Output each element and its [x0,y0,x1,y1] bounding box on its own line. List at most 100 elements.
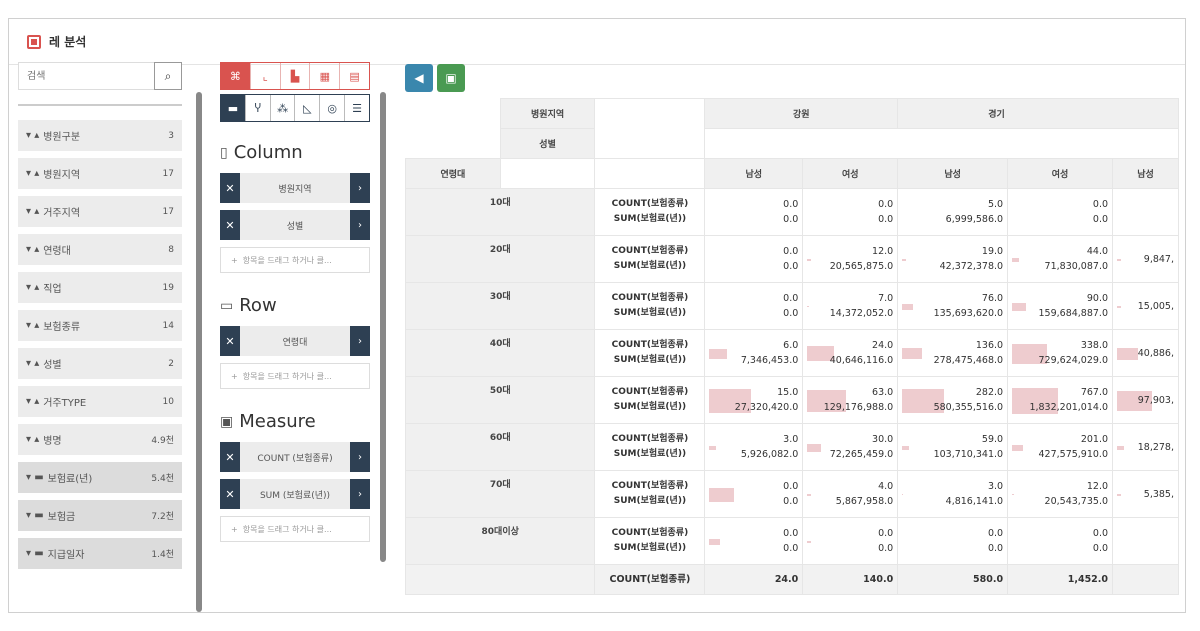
drag-handle-icon: ▾ ▴ [26,282,40,293]
total-cell: 140.0 [802,564,899,595]
export-icon[interactable]: ◀ [405,64,433,92]
field-list: ▾ ▴ 병원구분 3 ▾ ▴ 병원지역 17 ▾ ▴ 거주지역 17 ▾ ▴ 연령대 8 ▾ ▴ 직업 19… [18,120,182,569]
heatmap-icon[interactable]: ▤ [340,63,369,89]
field-item[interactable]: ▾ ▴ 보험종류 14 [18,310,182,341]
chevron-right-icon[interactable]: › [350,479,370,509]
config-scrollbar[interactable] [380,92,386,562]
page-title: 레 분석 [49,35,87,49]
field-count: 14 [162,320,174,331]
table-row: 40대 COUNT(보험종류) SUM(보험료(년)) 6.0 7,346,453.… [405,329,1179,377]
col-field-header: 성별 [499,128,596,159]
drag-handle-icon: ▾ ▴ [26,130,40,141]
row-section-title: ▭ Row [220,295,277,316]
field-count: 5.4천 [151,474,174,484]
field-label: 성별 [43,360,62,371]
line-chart-icon[interactable]: ⌞ [251,63,281,89]
measure-dropzone[interactable]: + 항목을 드래그 하거나 클... [220,516,370,542]
table-row: 60대 COUNT(보험종류) SUM(보험료(년)) 3.0 5,926,082.… [405,423,1179,471]
field-count: 4.9천 [151,436,174,446]
field-item[interactable]: ▾ ▴ 병원구분 3 [18,120,182,151]
field-label: 보험종류 [43,322,81,333]
chevron-right-icon[interactable]: › [350,173,370,203]
pivot-table: 병원지역 강원 경기 성별 연령대 남성 여성 남성 여성 남성 10대 COUNT(보… [405,98,1179,595]
region-header: 경기 [897,98,1179,129]
field-count: 1.4천 [151,550,174,560]
row-label: 40대 [405,329,596,377]
app-header: 레 분석 [9,19,1185,65]
chevron-right-icon[interactable]: › [350,210,370,240]
field-item[interactable]: ▾ ▴ 거주TYPE 10 [18,386,182,417]
remove-icon[interactable]: ✕ [220,210,240,240]
drag-handle-icon: ▾ ▴ [26,396,40,407]
empty-cell [594,158,706,189]
column-icon: ▯ [220,144,228,161]
pivot-table-icon[interactable]: ⌘ [221,63,251,89]
value-cell: 0.0 0.0 [802,517,899,565]
row-pill[interactable]: ✕ 연령대 › [220,326,370,356]
chevron-right-icon[interactable]: › [350,326,370,356]
value-cell: 18,278, [1112,423,1179,471]
field-label: 보험금 [47,512,76,523]
value-cell: 7.0 14,372,052.0 [802,282,899,330]
branch-icon[interactable]: Ⴤ [246,95,271,121]
column-section-title: ▯ Column [220,142,303,163]
field-item[interactable]: ▾ ▴ 병명 4.9천 [18,424,182,455]
value-cell: 0.0 0.0 [1007,517,1114,565]
excel-icon[interactable]: ▣ [437,64,465,92]
column-pill[interactable]: ✕ 성별 › [220,210,370,240]
field-item[interactable]: ▾ ▴ 병원지역 17 [18,158,182,189]
chart-option-toolbar: ▬ Ⴤ ⁂ ◺ ◎ ☰ [220,94,370,122]
field-item[interactable]: ▾ ▬ 지급일자 1.4천 [18,538,182,569]
value-cell: 6.0 7,346,453.0 [704,329,804,377]
value-cell: 4.0 5,867,958.0 [802,470,899,518]
grid-icon[interactable]: ▦ [310,63,341,89]
total-cell: 24.0 [704,564,804,595]
measure-labels: COUNT(보험종류) SUM(보험료(년)) [594,470,706,518]
field-item[interactable]: ▾ ▴ 직업 19 [18,272,182,303]
measure-pill[interactable]: ✕ COUNT (보험종류) › [220,442,370,472]
field-item[interactable]: ▾ ▬ 보험료(년) 5.4천 [18,462,182,493]
globe-icon[interactable]: ◎ [320,95,346,121]
measure-pill[interactable]: ✕ SUM (보험료(년)) › [220,479,370,509]
field-item[interactable]: ▾ ▴ 성별 2 [18,348,182,379]
value-cell: 90.0 159,684,887.0 [1007,282,1114,330]
measure-labels: COUNT(보험종류) SUM(보험료(년)) [594,282,706,330]
row-label: 70대 [405,470,596,518]
search-button[interactable]: ⌕ [154,62,182,90]
chevron-right-icon[interactable]: › [350,442,370,472]
list-icon[interactable]: ☰ [345,95,369,121]
scatter-icon[interactable]: ⁂ [271,95,296,121]
row-label: 50대 [405,376,596,424]
minus-icon[interactable]: ▬ [221,95,246,121]
search-input[interactable] [18,62,154,90]
value-cell: 3.0 4,816,141.0 [897,470,1009,518]
measure-labels: COUNT(보험종류) SUM(보험료(년)) [594,423,706,471]
remove-icon[interactable]: ✕ [220,442,240,472]
value-cell: 40,886, [1112,329,1179,377]
field-list-scrollbar[interactable] [196,92,202,612]
field-item[interactable]: ▾ ▴ 연령대 8 [18,234,182,265]
empty-cell [405,564,596,595]
gender-header: 남성 [897,158,1009,189]
row-label: 20대 [405,235,596,283]
total-cell [1112,564,1179,595]
field-label: 병원지역 [43,170,81,181]
field-label: 직업 [43,284,62,295]
column-pill[interactable]: ✕ 병원지역 › [220,173,370,203]
total-cell: 1,452.0 [1007,564,1114,595]
field-item[interactable]: ▾ ▴ 거주지역 17 [18,196,182,227]
remove-icon[interactable]: ✕ [220,326,240,356]
bar-chart-icon[interactable]: ▙ [281,63,311,89]
remove-icon[interactable]: ✕ [220,173,240,203]
column-dropzone[interactable]: + 항목을 드래그 하거나 클... [220,247,370,273]
row-dropzone[interactable]: + 항목을 드래그 하거나 클... [220,363,370,389]
remove-icon[interactable]: ✕ [220,479,240,509]
field-item[interactable]: ▾ ▬ 보험금 7.2천 [18,500,182,531]
table-row: 30대 COUNT(보험종류) SUM(보험료(년)) 0.0 0.0 7.0 14,… [405,282,1179,330]
measure-section-title: ▣ Measure [220,411,316,432]
area-icon[interactable]: ◺ [295,95,321,121]
pivot-table-container: 병원지역 강원 경기 성별 연령대 남성 여성 남성 여성 남성 10대 COUNT(보… [405,98,1179,598]
field-label: 연령대 [43,246,71,257]
drag-handle-icon: ▾ ▬ [26,548,44,559]
value-cell: 767.0 1,832,201,014.0 [1007,376,1114,424]
